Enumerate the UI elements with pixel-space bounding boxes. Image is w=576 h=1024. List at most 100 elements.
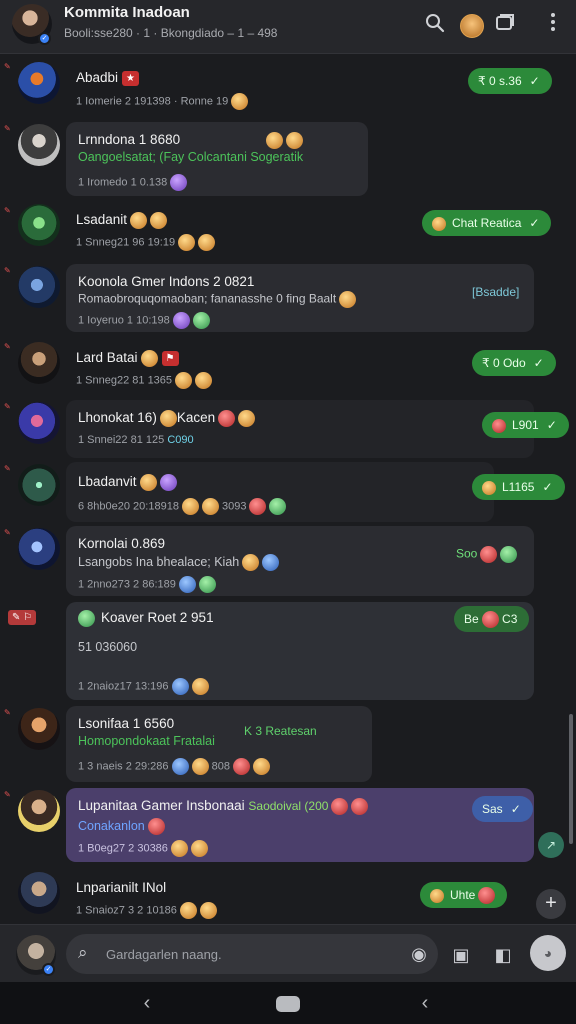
chat-name: Lnparianilt INol — [76, 880, 167, 895]
chat-name: Lsonifaa 1 6560 — [78, 716, 175, 731]
more-vertical-icon[interactable] — [540, 12, 566, 38]
back-icon[interactable]: ‹ — [134, 992, 160, 1014]
chat-row[interactable]: ✎ Lrnndona 1 8680 Oangoelsatat; (Fay Col… — [0, 122, 576, 198]
home-button[interactable] — [276, 996, 300, 1012]
avatar[interactable] — [18, 708, 60, 750]
compose-bar: ✓ ⌕ ◉ ▣ ◧ ◕ — [0, 924, 576, 982]
chat-preview: Conakanlon — [78, 818, 165, 835]
avatar[interactable] — [18, 402, 60, 444]
chat-name: Koaver Roet 2 951 — [78, 610, 214, 627]
chat-name: Lbadanvit — [78, 474, 177, 491]
chat-preview: Romaobroquqomaoban; fananasshe 0 fing Ba… — [78, 291, 357, 308]
chat-row[interactable]: ✎ Lbadanvit 6 8hb0e20 20:18918 3093 L116… — [0, 462, 576, 524]
avatar[interactable] — [18, 790, 60, 832]
chat-card[interactable]: Lrnndona 1 8680 Oangoelsatat; (Fay Colca… — [66, 122, 368, 196]
status-tag[interactable]: K 3 Reatesan — [244, 724, 317, 738]
chat-name: Lard Batai ⚑ — [76, 350, 179, 367]
pin-icon: ✎ — [4, 124, 11, 133]
pin-icon: ✎ — [4, 402, 11, 411]
chat-preview: Oangoelsatat; (Fay Colcantani Sogeratik — [78, 150, 304, 164]
flag-icon: ✎ ⚐ — [8, 610, 37, 625]
chat-card[interactable]: Lsonifaa 1 6560 Homopondokaat Fratalai 1… — [66, 706, 372, 782]
sticker-icon[interactable]: ◧ — [490, 942, 516, 968]
avatar[interactable] — [18, 342, 60, 384]
search-input[interactable] — [106, 944, 416, 964]
chat-card[interactable]: Lbadanvit 6 8hb0e20 20:18918 3093 — [66, 462, 494, 522]
chat-meta: 1 Iomerie 2 191398 · Ronne 19 — [76, 93, 249, 110]
pin-icon: ✎ — [4, 464, 11, 473]
emoji-icon[interactable] — [460, 14, 484, 38]
scrollbar[interactable] — [569, 714, 573, 844]
camera-icon[interactable]: ▣ — [448, 942, 474, 968]
avatar[interactable] — [18, 872, 60, 914]
status-tag[interactable]: Chat Reatica ✓ — [422, 210, 552, 236]
pin-icon: ✎ — [4, 708, 11, 717]
avatar[interactable] — [18, 204, 60, 246]
status-tag[interactable]: L901 ✓ — [482, 412, 569, 438]
search-icon[interactable] — [422, 12, 448, 38]
chat-meta: 1 Ioyeruo 1 10:198 — [78, 312, 210, 329]
search-field[interactable]: ⌕ ◉ — [66, 934, 438, 974]
reply-icon[interactable]: ↗ — [538, 832, 564, 858]
chat-name: Lrnndona 1 8680 — [78, 132, 304, 149]
pin-icon: ✎ — [4, 206, 11, 215]
emoji-icon[interactable]: ◉ — [406, 941, 432, 967]
chat-row[interactable]: ✎ Kornolai 0.869 Lsangobs Ina bhealace; … — [0, 526, 576, 598]
status-tag[interactable]: ₹ 0 Odo ✓ — [472, 350, 556, 376]
chat-row[interactable]: ✎ Abadbi ★ 1 Iomerie 2 191398 · Ronne 19 … — [0, 60, 576, 118]
chat-meta: 1 3 naeis 2 29:286 808 — [78, 758, 270, 775]
chat-row[interactable]: ✎ Lupanitaa Gamer Insbonaai Saodoival (2… — [0, 788, 576, 864]
chat-meta: 1 Snneg22 81 1365 — [76, 372, 213, 389]
chat-meta: 1 Snneg21 96 19:19 — [76, 234, 216, 251]
recents-icon[interactable]: ‹ — [412, 992, 438, 1014]
pin-icon: ✎ — [4, 62, 11, 71]
avatar[interactable] — [18, 528, 60, 570]
chat-meta: 1 2naioz17 13:196 — [78, 678, 209, 695]
header-subtitle: Booli:sse280 · 1 · Bkongdiado – 1 – 498 — [64, 26, 278, 40]
chat-row[interactable]: Lnparianilt INol 1 Snaioz7 3 2 10186 Uht… — [0, 870, 576, 922]
chat-name: Lupanitaa Gamer Insbonaai Saodoival (200 — [78, 798, 369, 815]
chat-meta: 1 Snaioz7 3 2 10186 — [76, 902, 217, 919]
chat-card[interactable]: Kornolai 0.869 Lsangobs Ina bhealace; Ki… — [66, 526, 534, 596]
chat-name: Kornolai 0.869 — [78, 536, 166, 551]
avatar[interactable] — [18, 266, 60, 308]
chat-meta: 6 8hb0e20 20:18918 3093 — [78, 498, 287, 515]
status-tag[interactable]: Sas ✓ — [472, 796, 533, 822]
status-tag[interactable]: L1165 ✓ — [472, 474, 565, 500]
chat-row[interactable]: ✎ Lsonifaa 1 6560 Homopondokaat Fratalai… — [0, 706, 576, 784]
pin-icon: ✎ — [4, 342, 11, 351]
status-tag[interactable]: Uhte — [420, 882, 508, 908]
chat-row[interactable]: ✎ Lhonokat 16) Kacen 1 Snnei22 81 125 C09… — [0, 400, 576, 460]
chat-card[interactable]: Koaver Roet 2 951 51 036060 1 2naioz17 1… — [66, 602, 534, 700]
chat-card[interactable]: Lhonokat 16) Kacen 1 Snnei22 81 125 C090 — [66, 400, 534, 458]
status-tag[interactable]: Soo — [456, 546, 518, 563]
chat-row[interactable]: ✎ Koonola Gmer Indons 2 0821 Romaobroquq… — [0, 264, 576, 336]
avatar[interactable] — [18, 124, 60, 166]
chat-name: Koonola Gmer Indons 2 0821 — [78, 274, 255, 289]
chat-row[interactable]: ✎ ⚐ Koaver Roet 2 951 51 036060 1 2naioz… — [0, 600, 576, 702]
chat-name: Abadbi ★ — [76, 70, 140, 86]
pin-icon: ✎ — [4, 528, 11, 537]
pin-icon: ✎ — [4, 790, 11, 799]
pin-icon: ✎ — [4, 266, 11, 275]
chat-meta: 1 Iromedo 1 0.138 — [78, 174, 188, 191]
chat-card[interactable]: Koonola Gmer Indons 2 0821 Romaobroquqom… — [66, 264, 534, 332]
search-icon: ⌕ — [78, 943, 88, 962]
chat-row[interactable]: ✎ Lsadanit 1 Snneg21 96 19:19 Chat Reati… — [0, 204, 576, 260]
header-title[interactable]: Kommita Inadoan — [64, 4, 190, 21]
mic-icon[interactable]: ◕ — [530, 935, 566, 971]
badge: ★ — [122, 70, 140, 86]
verified-icon: ✓ — [38, 32, 51, 45]
add-icon[interactable]: + — [536, 889, 566, 919]
chat-row[interactable]: ✎ Lard Batai ⚑ 1 Snneg22 81 1365 ₹ 0 Odo ✓ — [0, 340, 576, 396]
system-nav-bar: ‹ ‹ — [0, 982, 576, 1024]
avatar[interactable] — [18, 464, 60, 506]
chat-preview: 51 036060 — [78, 640, 138, 654]
status-tag[interactable]: ₹ 0 s.36 ✓ — [468, 68, 552, 94]
status-tag[interactable]: [Bsadde] — [472, 285, 519, 299]
chat-card[interactable]: Lupanitaa Gamer Insbonaai Saodoival (200… — [66, 788, 534, 862]
chat-preview: Homopondokaat Fratalai — [78, 734, 215, 748]
avatar[interactable] — [18, 62, 60, 104]
video-call-icon[interactable] — [492, 12, 518, 38]
status-tag[interactable]: Be C3 — [454, 606, 530, 632]
